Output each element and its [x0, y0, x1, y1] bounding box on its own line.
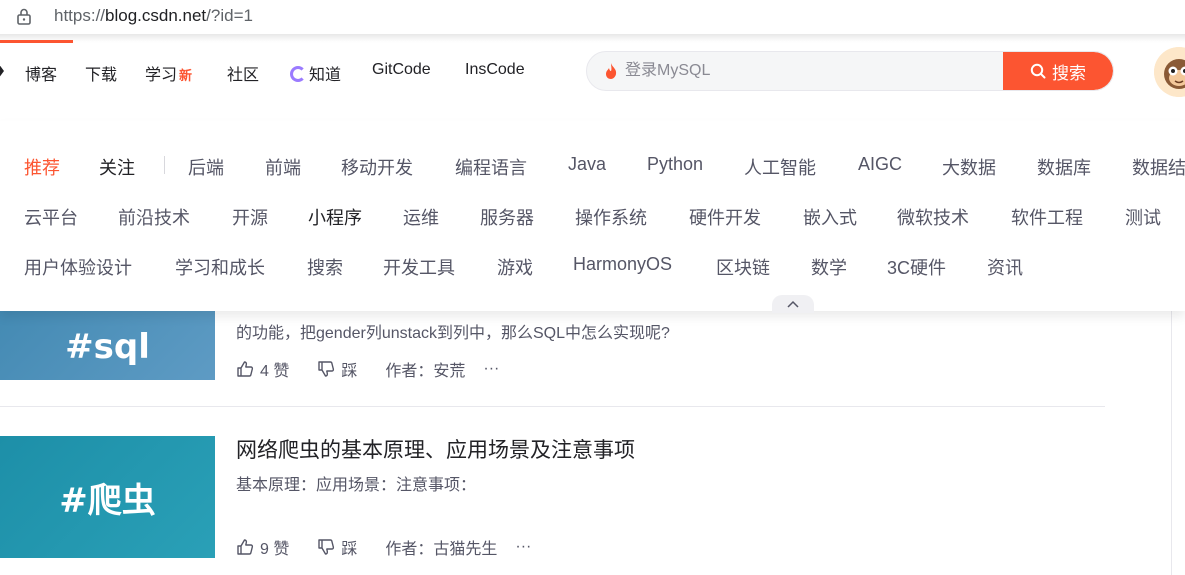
category-aigc[interactable]: AIGC — [858, 154, 902, 175]
thumbnail-text: #sql — [65, 326, 150, 367]
category-divider — [164, 156, 165, 174]
category-frontier-tech[interactable]: 前沿技术 — [118, 204, 190, 230]
dislike-button[interactable]: 踩 — [317, 535, 357, 559]
article-divider — [0, 406, 1105, 407]
dislike-label: 踩 — [341, 363, 358, 380]
category-search[interactable]: 搜索 — [307, 254, 343, 280]
category-blockchain[interactable]: 区块链 — [716, 254, 770, 280]
like-button[interactable]: 4 赞 — [236, 357, 289, 381]
article-description: 的功能，把gender列unstack到列中，那么SQL中怎么实现呢? — [236, 325, 670, 342]
monkey-avatar-icon — [1154, 47, 1185, 97]
thumbs-down-icon — [318, 539, 335, 555]
nav-item-learn[interactable]: 学习新 — [145, 61, 192, 85]
user-avatar[interactable] — [1154, 47, 1185, 97]
category-games[interactable]: 游戏 — [497, 254, 533, 280]
article-thumbnail[interactable]: #爬虫 — [0, 436, 215, 558]
dislike-button[interactable]: 踩 — [317, 357, 357, 381]
more-options-icon[interactable]: ··· — [483, 360, 499, 378]
address-bar-shadow — [0, 34, 1185, 42]
search-box: 搜索 — [586, 51, 1114, 91]
category-java[interactable]: Java — [568, 154, 606, 175]
category-embedded[interactable]: 嵌入式 — [803, 204, 857, 230]
category-big-data[interactable]: 大数据 — [942, 154, 996, 180]
category-server[interactable]: 服务器 — [480, 204, 534, 230]
article-author[interactable]: 作者：古猫先生 — [385, 535, 497, 559]
toolbar-gap — [0, 101, 1185, 121]
category-mini-program[interactable]: 小程序 — [308, 204, 362, 230]
category-frontend[interactable]: 前端 — [265, 154, 301, 180]
category-python[interactable]: Python — [647, 154, 703, 175]
like-count: 4 赞 — [260, 363, 290, 380]
article-author[interactable]: 作者：安荒 — [385, 357, 465, 381]
chevron-up-icon — [787, 300, 799, 308]
article-meta: 9 赞 踩 作者：古猫先生 ··· — [236, 535, 531, 559]
category-backend[interactable]: 后端 — [188, 154, 224, 180]
category-software-eng[interactable]: 软件工程 — [1011, 204, 1083, 230]
csdn-logo-fragment[interactable] — [0, 63, 4, 79]
url-text[interactable]: https://blog.csdn.net/?id=1 — [54, 6, 253, 26]
thumbs-up-icon — [237, 539, 254, 555]
search-input[interactable] — [625, 52, 985, 90]
url-host: blog.csdn.net — [105, 6, 207, 25]
like-button[interactable]: 9 赞 — [236, 535, 289, 559]
category-hardware-dev[interactable]: 硬件开发 — [689, 204, 761, 230]
nav-item-learn-label: 学习 — [145, 67, 178, 84]
lock-icon — [17, 8, 31, 25]
category-os[interactable]: 操作系统 — [575, 204, 647, 230]
nav-item-blog[interactable]: 博客 — [25, 61, 57, 85]
address-bar[interactable]: https://blog.csdn.net/?id=1 — [0, 0, 1185, 34]
category-panel: 推荐 关注 后端 前端 移动开发 编程语言 Java Python 人工智能 A… — [0, 121, 1185, 313]
article-meta: 4 赞 踩 作者：安荒 ··· — [236, 357, 499, 381]
thumbnail-text: #爬虫 — [59, 480, 156, 521]
category-database[interactable]: 数据库 — [1037, 154, 1091, 180]
category-data-structure[interactable]: 数据结 — [1132, 154, 1185, 180]
more-options-icon[interactable]: ··· — [515, 538, 531, 556]
category-learning-growth[interactable]: 学习和成长 — [175, 254, 265, 280]
article-description: 基本原理：应用场景：注意事项： — [236, 477, 477, 494]
category-math[interactable]: 数学 — [811, 254, 847, 280]
like-count: 9 赞 — [260, 541, 290, 558]
search-icon — [1030, 63, 1046, 79]
new-badge: 新 — [179, 68, 193, 83]
category-microsoft-tech[interactable]: 微软技术 — [897, 204, 969, 230]
nav-item-inscode[interactable]: InsCode — [465, 61, 525, 79]
category-news[interactable]: 资讯 — [987, 254, 1023, 280]
nav-item-zhidao-label: 知道 — [309, 67, 342, 84]
search-button-label: 搜索 — [1052, 63, 1086, 84]
article-title[interactable]: 网络爬虫的基本原理、应用场景及注意事项 — [236, 434, 635, 464]
category-ops[interactable]: 运维 — [403, 204, 439, 230]
nav-item-download[interactable]: 下载 — [85, 61, 117, 85]
thumbs-down-icon — [318, 361, 335, 377]
search-button[interactable]: 搜索 — [1003, 52, 1113, 90]
collapse-categories-button[interactable] — [772, 295, 814, 313]
category-cloud-platform[interactable]: 云平台 — [24, 204, 78, 230]
nav-item-gitcode[interactable]: GitCode — [372, 61, 431, 79]
category-harmonyos[interactable]: HarmonyOS — [573, 254, 672, 275]
category-ux-design[interactable]: 用户体验设计 — [24, 254, 132, 280]
nav-item-community[interactable]: 社区 — [227, 61, 259, 85]
category-recommend[interactable]: 推荐 — [24, 154, 60, 180]
category-follow[interactable]: 关注 — [99, 154, 135, 180]
nav-item-zhidao[interactable]: 知道 — [290, 61, 341, 85]
category-programming-lang[interactable]: 编程语言 — [455, 154, 527, 180]
category-open-source[interactable]: 开源 — [232, 204, 268, 230]
category-3c-hardware[interactable]: 3C硬件 — [887, 254, 946, 280]
category-ai[interactable]: 人工智能 — [744, 154, 816, 180]
dislike-label: 踩 — [341, 541, 358, 558]
thumbs-up-icon — [237, 361, 254, 377]
url-scheme: https:// — [54, 6, 106, 25]
csdn-toolbar: 博客 下载 学习新 社区 知道 GitCode InsCode 搜索 — [0, 43, 1185, 101]
category-testing[interactable]: 测试 — [1125, 204, 1161, 230]
url-path: /?id=1 — [206, 6, 253, 25]
category-dev-tools[interactable]: 开发工具 — [383, 254, 455, 280]
sidebar-divider — [1171, 311, 1172, 575]
hot-fire-icon — [606, 63, 617, 79]
category-mobile-dev[interactable]: 移动开发 — [341, 154, 413, 180]
zhidao-icon — [290, 66, 306, 82]
